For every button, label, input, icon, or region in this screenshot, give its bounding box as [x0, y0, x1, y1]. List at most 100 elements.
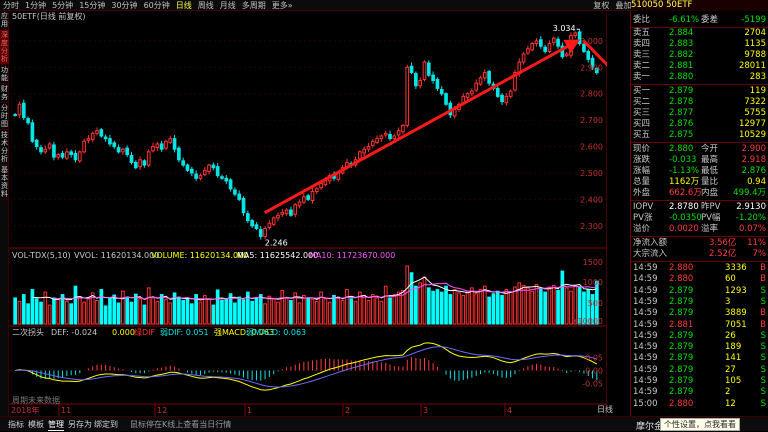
tick-price: 2.879: [669, 342, 694, 353]
volume-bar-21: [103, 305, 108, 325]
candle-body-1: [17, 103, 22, 116]
volume-bar-110: [487, 296, 491, 325]
macd-axis-label-2: -0.05: [582, 380, 603, 389]
toolbar-item-2[interactable]: 5分钟: [49, 0, 76, 11]
stat-l2: 最高: [701, 155, 719, 165]
iopv-v2: 0.07%: [738, 224, 766, 234]
macd-c1: 绿DIF: [134, 328, 156, 337]
candle-body-38: [177, 147, 181, 161]
tick-vol: 1293: [725, 285, 747, 296]
ask-label: 卖三: [633, 50, 651, 60]
tick-row-11: 14:59 2.879 2 S: [633, 387, 768, 398]
candle-body-3: [26, 118, 30, 124]
bottom-tab-template[interactable]: 模板: [28, 419, 44, 430]
volume-bar-118: [521, 284, 526, 325]
macd-watermark: 周期未来数据: [12, 396, 60, 405]
tick-row-9: 14:59 2.879 27 S: [633, 365, 768, 376]
volume-bar-108: [478, 289, 483, 325]
candle-body-69: [310, 191, 315, 201]
tick-vol: 12: [725, 398, 736, 409]
ask-price: 2.881: [669, 61, 694, 71]
candle-body-130: [573, 32, 578, 37]
toolbar-item-4[interactable]: 30分钟: [108, 0, 140, 11]
volume-bar-24: [116, 302, 121, 325]
date-axis-label-6: 4: [507, 406, 512, 415]
candle-body-45: [207, 164, 211, 172]
wb-label: 委比: [633, 15, 651, 25]
volume-bar-36: [168, 302, 173, 325]
stat-l1: 现价: [633, 144, 651, 154]
period-button[interactable]: 日线: [597, 405, 613, 415]
toolbar-item-10[interactable]: 更多»: [269, 0, 296, 11]
iopv-l1: 溢价: [633, 224, 651, 234]
toolbar-item-1[interactable]: 1分钟: [22, 0, 49, 11]
tick-side: S: [760, 353, 766, 364]
bottom-tab-indicator[interactable]: 指标: [8, 419, 24, 430]
vol-axis-label-0: 1500: [583, 258, 603, 267]
left-nav-item-2[interactable]: 功能: [0, 65, 9, 84]
tick-price: 2.879: [669, 376, 694, 386]
bottom-tab-bind[interactable]: 绑定到: [94, 419, 118, 430]
candle-body-107: [474, 82, 479, 91]
volume-bar-78: [349, 298, 354, 325]
candle-body-17: [86, 138, 91, 141]
bottom-tab-manage[interactable]: 管理: [48, 419, 64, 431]
quote-panel: 510050 50ETF 委比 -6.61% 委差 -5199 卖五 2.884 2704 卖四…: [630, 0, 768, 416]
volume-bar-109: [482, 285, 487, 325]
left-nav-item-4[interactable]: 分时图: [0, 103, 9, 130]
toolbar-item-7[interactable]: 周线: [195, 0, 217, 11]
stat-v1: -1.13%: [669, 166, 700, 176]
candle-body-71: [319, 183, 323, 189]
candle-body-13: [69, 151, 74, 156]
toolbar-right-item-0[interactable]: 复权: [590, 0, 612, 11]
bottom-tab-saveas[interactable]: 另存为: [68, 419, 92, 430]
tick-side: B: [760, 263, 766, 273]
volume-bar-101: [448, 294, 453, 325]
candle-body-91: [405, 66, 410, 126]
chart-svg[interactable]: 3.034 2.246 3.000 2.900 2.800 2.700 2.600 2.500…: [9, 11, 607, 416]
volume-bar-26: [125, 296, 130, 325]
toolbar-item-6[interactable]: 日线: [173, 0, 195, 11]
toolbar-item-3[interactable]: 15分钟: [76, 0, 108, 11]
date-axis-label-5: 3: [423, 406, 428, 415]
left-nav-item-6[interactable]: 基本资料: [0, 165, 9, 200]
toolbar-item-5[interactable]: 60分钟: [141, 0, 173, 11]
iopv-v2: 2.9130: [736, 202, 766, 212]
left-nav-item-0[interactable]: 应用: [0, 11, 9, 30]
flow-value: 2.52亿: [709, 249, 737, 259]
ask-label: 卖四: [633, 39, 651, 49]
left-nav-item-3[interactable]: 财务: [0, 84, 9, 103]
candle-body-112: [495, 87, 500, 97]
left-nav-item-1[interactable]: 深度分析: [0, 30, 9, 65]
volume-bar-46: [211, 304, 216, 325]
tick-vol: 141: [725, 353, 742, 364]
bid-price: 2.879: [669, 86, 694, 96]
volume-bar-53: [241, 299, 246, 325]
candle-body-100: [444, 93, 448, 105]
volume-bar-66: [297, 302, 302, 325]
volume-bar-100: [444, 285, 448, 325]
settings-tooltip[interactable]: 个性设置，点我看看: [660, 418, 740, 431]
left-nav-item-5[interactable]: 技术分析: [0, 130, 9, 165]
candle-body-108: [478, 77, 483, 85]
macd-title: 二次拐头: [12, 328, 44, 337]
stat-l2: 内盘: [701, 188, 719, 198]
toolbar-item-8[interactable]: 月线: [217, 0, 239, 11]
macd-axis-label-0: 0.05: [585, 353, 603, 362]
toolbar-item-0[interactable]: 分时: [0, 0, 22, 11]
candle-body-48: [220, 176, 224, 179]
iopv-l1: IOPV: [633, 202, 654, 212]
macd-c2: 弱MACD: 0.063: [246, 328, 307, 337]
y-axis-label-5: 2.500: [580, 169, 603, 178]
stat-row-3: 总量 1162万 量比 0.94: [633, 177, 768, 188]
separator: [631, 261, 768, 262]
candle-body-114: [504, 95, 509, 104]
y-axis-label-6: 2.400: [580, 195, 603, 204]
candle-body-46: [211, 164, 216, 169]
candle-body-16: [82, 140, 86, 153]
toolbar-item-9[interactable]: 多周期: [239, 0, 269, 11]
candle-body-82: [366, 146, 371, 150]
ask-price: 2.884: [669, 28, 694, 38]
bid-label: 买二: [633, 97, 651, 107]
candle-body-92: [409, 65, 414, 74]
